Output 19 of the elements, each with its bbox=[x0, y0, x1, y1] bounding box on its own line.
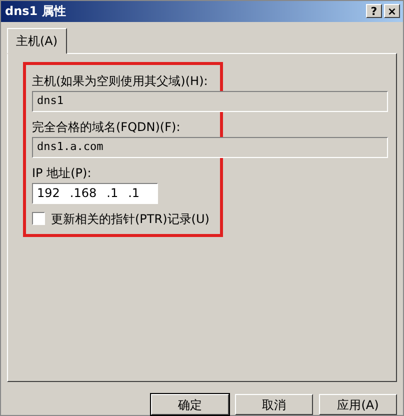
ip-octet: 192 bbox=[37, 185, 60, 202]
cancel-button[interactable]: 取消 bbox=[235, 394, 313, 415]
help-button[interactable]: ? bbox=[366, 4, 382, 18]
ip-address-field[interactable]: 192 .168 .1 .1 bbox=[32, 182, 158, 204]
field-label: 完全合格的域名(FQDN)(F): bbox=[32, 118, 182, 136]
host-field[interactable]: dns1 bbox=[32, 90, 388, 112]
field-label: IP 地址(P): bbox=[32, 164, 92, 182]
ip-octet: .168 bbox=[70, 185, 97, 202]
checkbox-label: 更新相关的指针(PTR)记录(U) bbox=[51, 210, 210, 228]
close-button[interactable]: × bbox=[384, 4, 400, 18]
ok-button[interactable]: 确定 bbox=[151, 394, 229, 415]
tab[interactable]: 主机(A) bbox=[7, 28, 67, 54]
apply-button[interactable]: 应用(A) bbox=[319, 394, 397, 415]
window-title: dns1 属性 bbox=[5, 3, 67, 20]
checkbox[interactable] bbox=[32, 212, 45, 226]
field-label: 主机(如果为空则使用其父域)(H): bbox=[32, 72, 209, 90]
ip-octet: .1 bbox=[106, 185, 118, 202]
fqdn-field[interactable]: dns1.a.com bbox=[32, 136, 388, 158]
ip-octet: .1 bbox=[128, 185, 140, 202]
